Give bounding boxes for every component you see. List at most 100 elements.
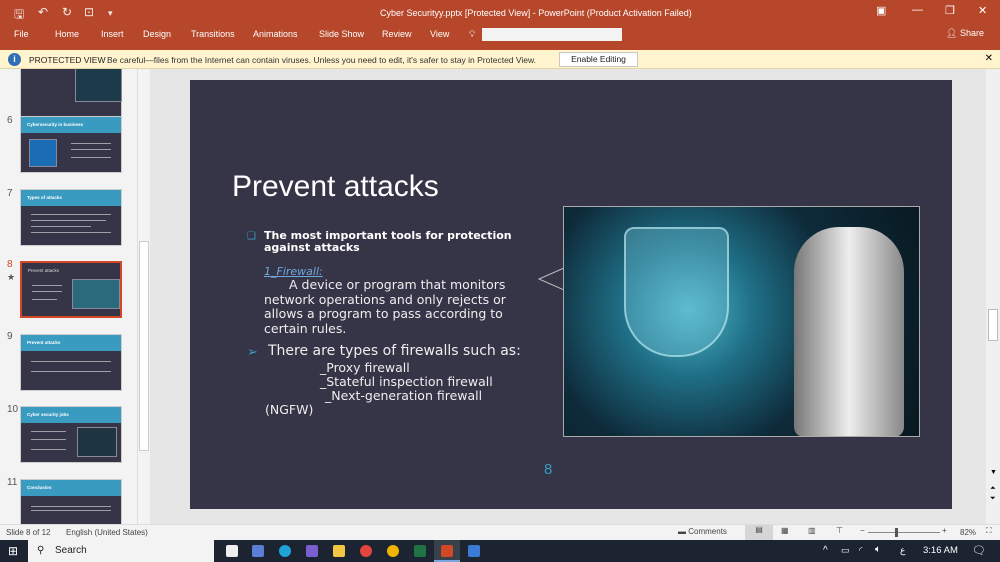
tab-design[interactable]: Design <box>143 29 171 39</box>
powerpoint-taskbar-button[interactable] <box>434 540 460 562</box>
slide-number: 8 <box>7 259 13 270</box>
slide-thumbnail-10[interactable]: Cyber security jobs <box>20 406 122 463</box>
tab-home[interactable]: Home <box>55 29 79 39</box>
firewall-types-heading: There are types of firewalls such as: <box>268 343 521 359</box>
battery-icon[interactable]: ▭ <box>841 545 850 556</box>
clock[interactable]: 3:16 AM <box>923 545 958 556</box>
thumbnail-title: Prevent attacks <box>28 268 60 273</box>
taskbar: ⊞ ⚲ Search ^ ▭ ◜ 🔈︎ ع 3:16 AM 🗨︎ <box>0 540 1000 562</box>
slide-number: 9 <box>7 331 13 342</box>
ribbon-display-icon[interactable]: ▣ <box>876 4 886 17</box>
tab-slide-show[interactable]: Slide Show <box>319 29 364 39</box>
firewall-type: _Stateful inspection firewall <box>320 374 493 389</box>
slide-number: 7 <box>7 188 13 199</box>
vertical-scrollbar[interactable]: ▼ ⏶ ⏷ <box>986 69 1000 524</box>
slide-thumbnails-pane: 6 Cybersecurity in business 7 Types of a… <box>0 69 150 524</box>
fit-to-window-icon[interactable]: ⛶ <box>986 526 992 536</box>
slide: Prevent attacks ❑ The most important too… <box>190 80 952 509</box>
language-indicator[interactable]: English (United States) <box>66 528 148 537</box>
slide-thumbnail-9[interactable]: Prevent attacks <box>20 334 122 391</box>
thumbnail-title: Prevent attacks <box>27 340 61 345</box>
previous-slide-icon[interactable]: ⏶ <box>990 485 996 493</box>
slide-thumbnail-8-selected[interactable]: Prevent attacks <box>20 261 122 318</box>
slide-thumbnail-11[interactable]: Conclusion <box>20 479 122 524</box>
share-button[interactable]: 👤︎ Share <box>946 28 984 39</box>
taskbar-search[interactable]: ⚲ Search <box>28 540 214 562</box>
slide-thumbnail-7[interactable]: Types of attacks <box>20 189 122 246</box>
normal-view-button[interactable]: ▤ <box>745 525 773 540</box>
maximize-button[interactable]: ❐ <box>945 4 955 17</box>
page-number: 8 <box>544 461 553 478</box>
bullet-heading: The most important tools for protection … <box>264 229 512 254</box>
tab-review[interactable]: Review <box>382 29 412 39</box>
edge-icon[interactable] <box>279 545 291 557</box>
slide-number: 11 <box>7 477 18 488</box>
chrome-icon[interactable] <box>387 545 399 557</box>
window-title: Cyber Securityy.pptx [Protected View] - … <box>380 8 692 18</box>
app-icon[interactable] <box>252 545 264 557</box>
thumbnail-title: Types of attacks <box>27 195 62 200</box>
windows-start-icon[interactable]: ⊞ <box>8 544 18 558</box>
thumbnail-title: Cyber security jobs <box>27 412 69 417</box>
search-icon: ⚲ <box>37 545 45 556</box>
firewall-type: _Proxy firewall <box>320 360 410 375</box>
tab-view[interactable]: View <box>430 29 449 39</box>
close-button[interactable]: ✕ <box>978 4 987 17</box>
tab-insert[interactable]: Insert <box>101 29 124 39</box>
slide-counter: Slide 8 of 12 <box>6 528 51 537</box>
slideshow-button[interactable]: ⊤ <box>836 526 843 535</box>
slide-thumbnail-5[interactable] <box>20 69 122 120</box>
wifi-icon[interactable]: ◜ <box>859 545 863 556</box>
tab-animations[interactable]: Animations <box>253 29 298 39</box>
tab-transitions[interactable]: Transitions <box>191 29 235 39</box>
scroll-thumb[interactable] <box>988 309 998 341</box>
app-icon[interactable] <box>468 545 480 557</box>
square-bullet-icon: ❑ <box>247 231 256 242</box>
powerpoint-icon <box>441 545 453 557</box>
show-hidden-icons[interactable]: ^ <box>823 545 828 556</box>
slide-number: 6 <box>7 115 13 126</box>
scroll-thumb[interactable] <box>139 241 149 451</box>
enable-editing-button[interactable]: Enable Editing <box>559 52 638 67</box>
arrow-bullet-icon: ➢ <box>247 345 258 360</box>
zoom-in-button[interactable]: + <box>942 526 947 535</box>
zoom-slider[interactable] <box>868 532 940 533</box>
close-icon[interactable]: ✕ <box>985 53 993 64</box>
minimize-button[interactable]: — <box>912 4 923 16</box>
lightbulb-icon: 💡︎ <box>469 29 476 39</box>
excel-icon[interactable] <box>414 545 426 557</box>
status-bar: Slide 8 of 12 English (United States) ▬ … <box>0 524 1000 540</box>
protected-view-label: PROTECTED VIEW <box>29 55 106 65</box>
volume-icon[interactable]: 🔈︎ <box>875 544 881 555</box>
slide-title: Prevent attacks <box>232 170 439 203</box>
firewall-type-suffix: (NGFW) <box>265 402 314 417</box>
file-app-icon[interactable] <box>226 545 238 557</box>
firewall-type: _Next-generation firewall <box>325 388 483 403</box>
comments-button[interactable]: ▬ Comments <box>678 527 727 536</box>
title-bar: 🖫 ↶ ↻ ⊡ ▾ Cyber Securityy.pptx [Protecte… <box>0 0 1000 50</box>
chrome-icon[interactable] <box>360 545 372 557</box>
zoom-out-button[interactable]: − <box>860 526 865 535</box>
cyber-security-robot-image <box>563 206 920 437</box>
tell-me-input[interactable] <box>482 28 622 41</box>
slide-number: 10 <box>7 404 19 415</box>
animation-star-icon: ★ <box>7 272 16 282</box>
slide-thumbnail-6[interactable]: Cybersecurity in business <box>20 116 122 173</box>
file-explorer-icon[interactable] <box>333 545 345 557</box>
thumbnail-title: Conclusion <box>27 485 52 490</box>
next-slide-icon[interactable]: ⏷ <box>990 495 996 503</box>
reading-view-button[interactable]: ▥ <box>808 526 816 535</box>
protected-view-bar: i PROTECTED VIEW Be careful—files from t… <box>0 50 1000 69</box>
thumbnails-scrollbar[interactable] <box>137 69 150 524</box>
notification-icon[interactable]: 🗨︎ <box>972 544 986 557</box>
scroll-down-icon[interactable]: ▼ <box>990 469 997 476</box>
app-icon[interactable] <box>306 545 318 557</box>
comment-icon: ▬ <box>678 527 686 536</box>
firewall-description: A device or program that monitors networ… <box>264 277 506 336</box>
zoom-slider-handle[interactable] <box>895 528 898 537</box>
zoom-level[interactable]: 82% <box>960 528 976 537</box>
shield-info-icon: i <box>8 53 21 66</box>
input-language[interactable]: ع <box>900 545 905 556</box>
tab-file[interactable]: File <box>14 29 29 39</box>
slide-sorter-button[interactable]: ▦ <box>781 526 789 535</box>
